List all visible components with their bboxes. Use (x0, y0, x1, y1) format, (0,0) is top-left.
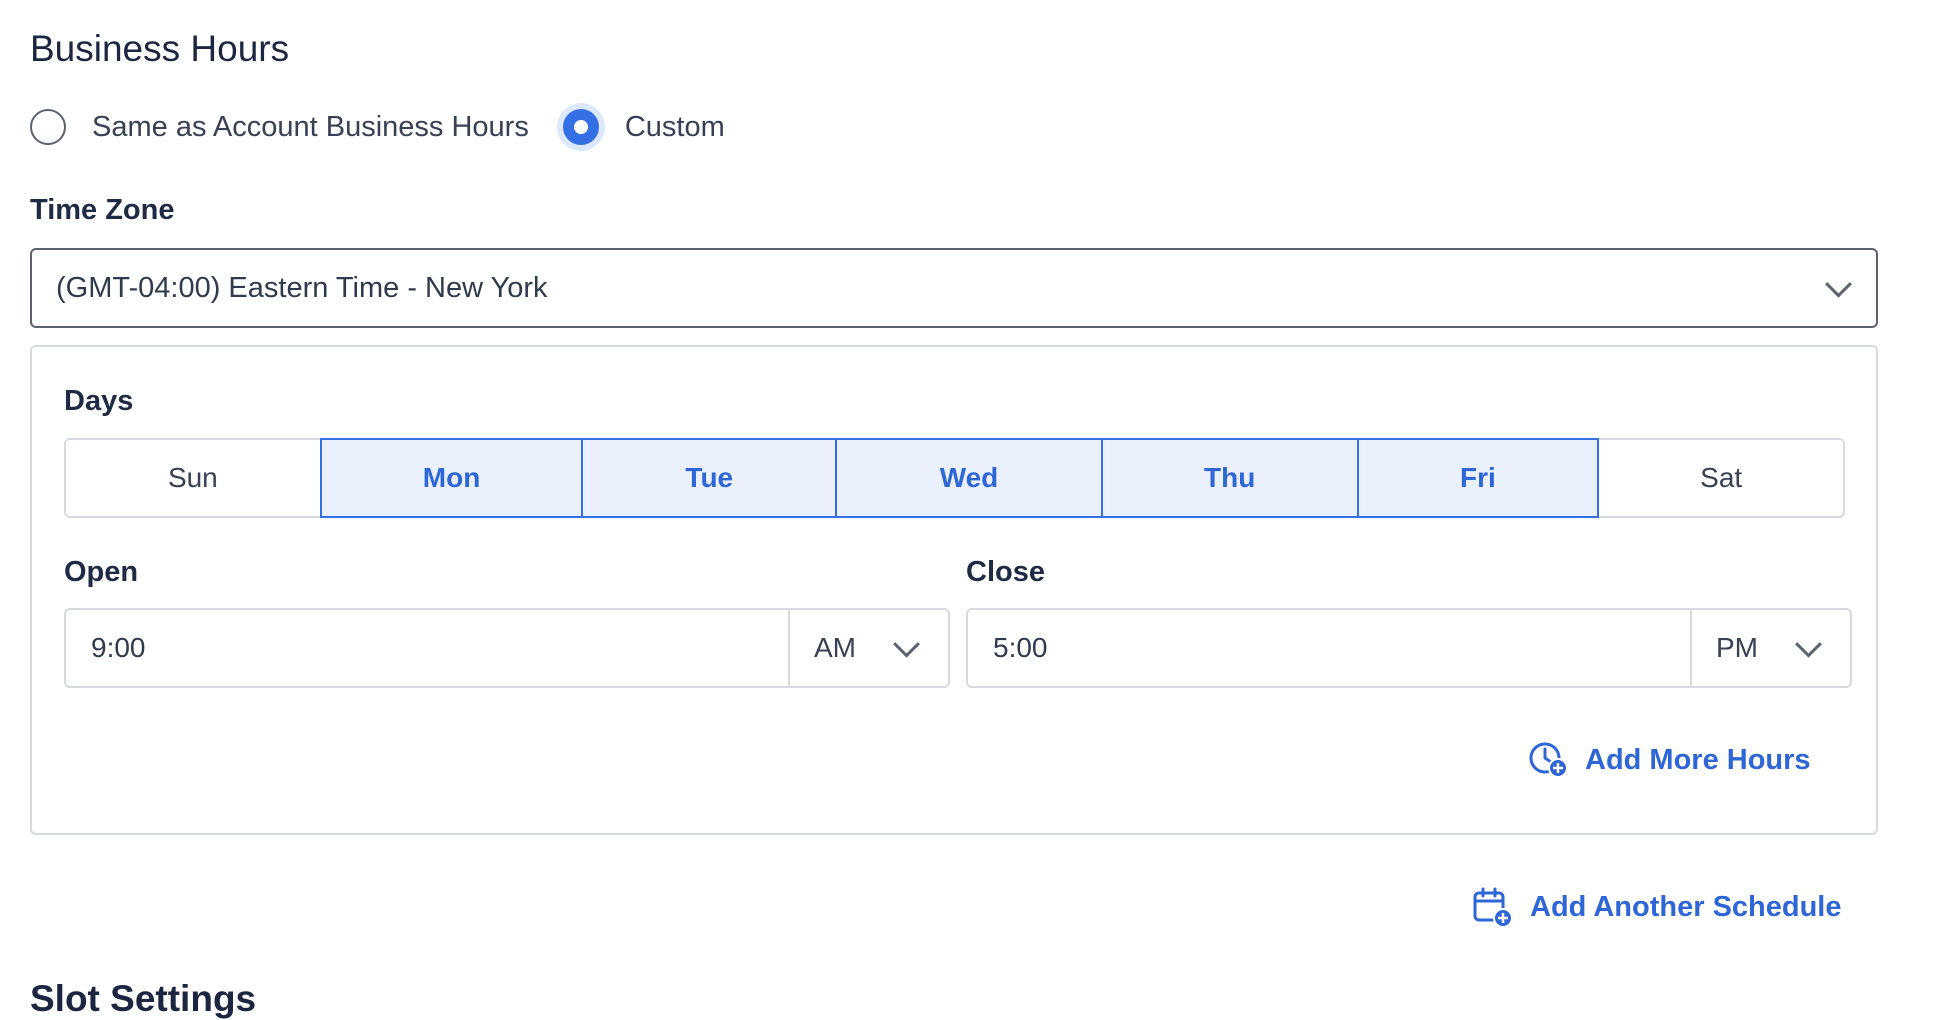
chevron-down-icon (893, 630, 920, 658)
radio-custom-label[interactable]: Custom (625, 111, 725, 144)
open-period-select[interactable]: AM (788, 610, 948, 686)
section-title: Business Hours (30, 28, 290, 69)
clock-plus-icon (1529, 742, 1568, 778)
timezone-value: (GMT-04:00) Eastern Time - New York (56, 271, 548, 304)
open-time-input[interactable]: 9:00 (66, 610, 788, 686)
open-period-value: AM (814, 632, 856, 663)
close-time-field: 5:00 PM (966, 608, 1852, 688)
chevron-down-icon (1795, 630, 1822, 658)
day-tue[interactable]: Tue (583, 438, 838, 518)
days-selector: Sun Mon Tue Wed Thu Fri Sat (64, 438, 1845, 518)
timezone-select[interactable]: (GMT-04:00) Eastern Time - New York (30, 248, 1878, 328)
chevron-down-icon (1825, 270, 1852, 298)
close-time-input[interactable]: 5:00 (968, 610, 1690, 686)
day-mon[interactable]: Mon (319, 438, 584, 518)
day-wed[interactable]: Wed (837, 438, 1103, 518)
radio-custom[interactable] (562, 109, 599, 145)
day-sat[interactable]: Sat (1599, 440, 1843, 516)
timezone-label: Time Zone (30, 194, 175, 226)
radio-same-as-account-label[interactable]: Same as Account Business Hours (92, 111, 529, 144)
open-label: Open (64, 556, 139, 588)
close-label: Close (966, 556, 1045, 588)
days-label: Days (64, 385, 134, 417)
add-another-schedule-button[interactable]: Add Another Schedule (1472, 886, 1842, 928)
add-more-hours-button[interactable]: Add More Hours (1527, 740, 1811, 780)
radio-same-as-account[interactable] (30, 109, 66, 145)
close-period-value: PM (1716, 632, 1758, 663)
day-fri[interactable]: Fri (1358, 438, 1600, 518)
add-more-hours-label: Add More Hours (1585, 743, 1811, 776)
day-thu[interactable]: Thu (1102, 438, 1359, 518)
add-another-schedule-label: Add Another Schedule (1530, 890, 1842, 923)
close-period-select[interactable]: PM (1690, 610, 1850, 686)
open-time-field: 9:00 AM (64, 608, 950, 688)
calendar-plus-icon (1473, 887, 1513, 928)
slot-settings-title: Slot Settings (30, 978, 257, 1019)
hours-mode-radio-group: Same as Account Business Hours Custom (30, 105, 759, 149)
day-sun[interactable]: Sun (66, 440, 320, 516)
